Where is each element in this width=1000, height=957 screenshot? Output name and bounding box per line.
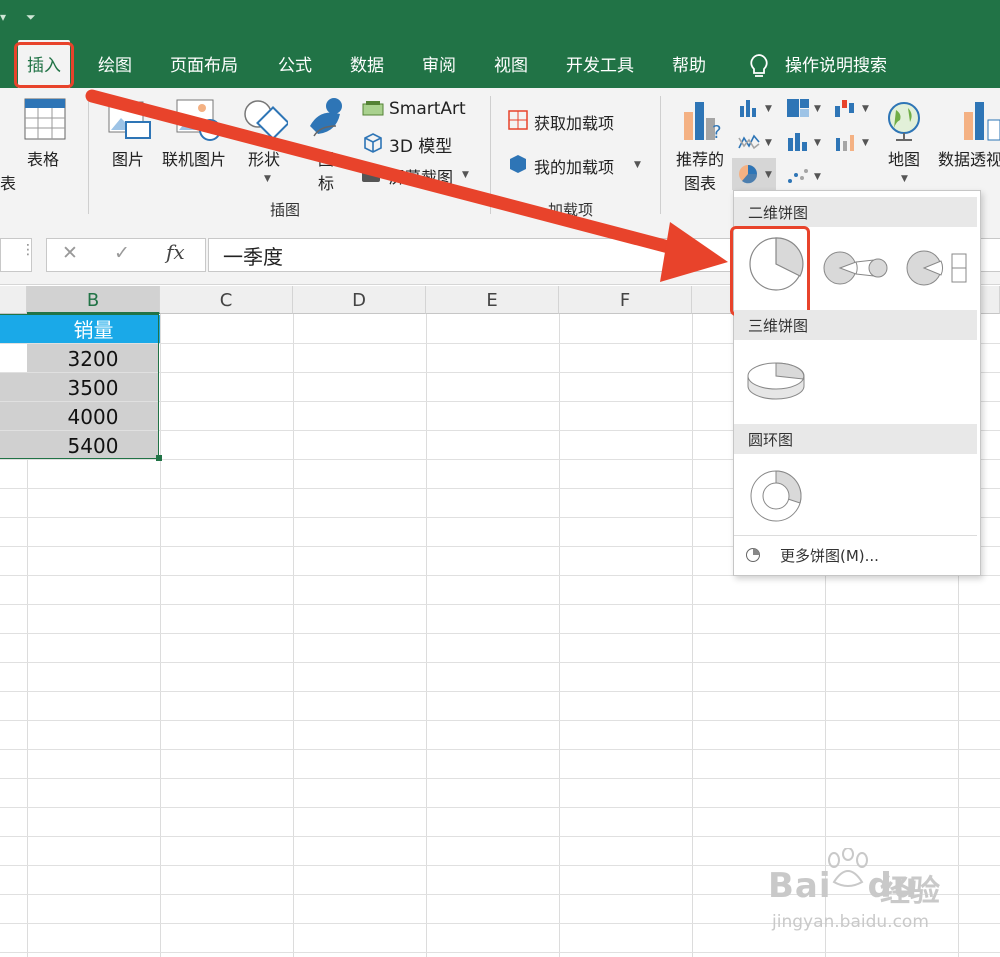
bar-of-pie-icon[interactable] bbox=[904, 246, 970, 290]
pie-of-pie-icon[interactable] bbox=[822, 248, 892, 288]
section-donut: 圆环图 bbox=[734, 424, 977, 454]
watermark-brand: Bai bbox=[768, 866, 832, 906]
section-label: 二维饼图 bbox=[748, 204, 809, 222]
pie-2d-highlight bbox=[730, 226, 810, 316]
dropdown-divider bbox=[734, 535, 977, 536]
donut-chart-icon[interactable] bbox=[748, 468, 804, 524]
section-label: 三维饼图 bbox=[748, 317, 809, 335]
section-label: 圆环图 bbox=[748, 431, 794, 449]
section-3d-pie: 三维饼图 bbox=[734, 310, 977, 340]
more-pie-charts-icon bbox=[746, 548, 760, 562]
section-2d-pie: 二维饼图 bbox=[734, 197, 977, 227]
watermark-jingyan: 经验 bbox=[880, 874, 940, 909]
pie-3d-icon[interactable] bbox=[746, 358, 806, 402]
watermark-url: jingyan.baidu.com bbox=[772, 912, 929, 932]
more-pie-charts-item[interactable]: 更多饼图(M)... bbox=[780, 545, 879, 566]
